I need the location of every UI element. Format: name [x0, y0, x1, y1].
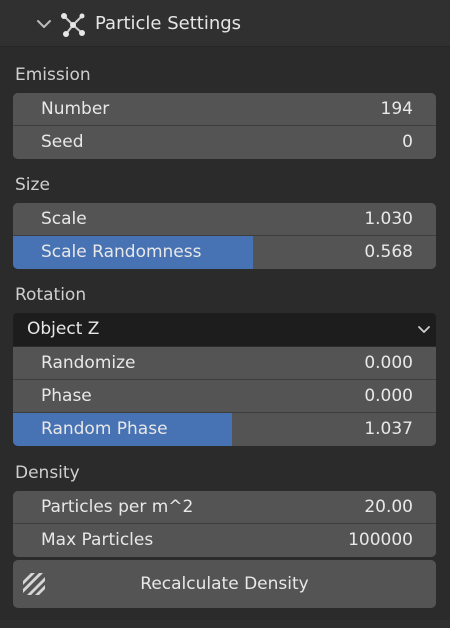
randomize-label: Randomize	[41, 353, 136, 373]
randomize-field[interactable]: Randomize 0.000	[13, 347, 436, 380]
scale-randomness-label: Scale Randomness	[41, 242, 202, 262]
particles-per-m2-label: Particles per m^2	[41, 497, 194, 517]
recalculate-density-label: Recalculate Density	[140, 574, 309, 594]
rotation-axis-value: Object Z	[27, 319, 100, 339]
scale-value: 1.030	[364, 209, 413, 229]
particles-per-m2-value: 20.00	[364, 497, 413, 517]
density-section-label: Density	[15, 463, 80, 483]
particle-settings-icon	[61, 13, 85, 37]
size-group: Scale 1.030 Scale Randomness 0.568	[13, 203, 436, 269]
randomize-value: 0.000	[364, 353, 413, 373]
scale-randomness-slider[interactable]: Scale Randomness 0.568	[13, 236, 436, 269]
random-phase-value: 1.037	[364, 419, 413, 439]
emission-group: Number 194 Seed 0	[13, 93, 436, 159]
number-field[interactable]: Number 194	[13, 93, 436, 126]
seed-field[interactable]: Seed 0	[13, 126, 436, 159]
density-group: Particles per m^2 20.00 Max Particles 10…	[13, 491, 436, 557]
recalculate-density-button[interactable]: Recalculate Density	[13, 560, 436, 608]
rotation-section-label: Rotation	[15, 285, 87, 305]
max-particles-value: 100000	[348, 530, 413, 550]
rotation-axis-dropdown[interactable]: Object Z	[13, 313, 436, 346]
phase-value: 0.000	[364, 386, 413, 406]
scale-randomness-value: 0.568	[364, 242, 413, 262]
chevron-down-icon	[418, 326, 430, 333]
chevron-down-icon[interactable]	[34, 14, 54, 34]
phase-field[interactable]: Phase 0.000	[13, 380, 436, 413]
scale-label: Scale	[41, 209, 87, 229]
max-particles-label: Max Particles	[41, 530, 154, 550]
random-phase-slider[interactable]: Random Phase 1.037	[13, 413, 436, 446]
emission-section-label: Emission	[15, 65, 91, 85]
rotation-group: Randomize 0.000 Phase 0.000 Random Phase…	[13, 347, 436, 446]
random-phase-label: Random Phase	[41, 419, 168, 439]
size-section-label: Size	[15, 175, 50, 195]
phase-label: Phase	[41, 386, 92, 406]
particles-per-m2-field[interactable]: Particles per m^2 20.00	[13, 491, 436, 524]
seed-label: Seed	[41, 132, 84, 152]
panel-bottom-edge	[0, 620, 450, 628]
number-label: Number	[41, 99, 110, 119]
panel-title: Particle Settings	[95, 13, 242, 34]
scale-field[interactable]: Scale 1.030	[13, 203, 436, 236]
number-value: 194	[380, 99, 413, 119]
seed-value: 0	[402, 132, 413, 152]
panel-header[interactable]: Particle Settings	[0, 0, 450, 47]
max-particles-field[interactable]: Max Particles 100000	[13, 524, 436, 557]
